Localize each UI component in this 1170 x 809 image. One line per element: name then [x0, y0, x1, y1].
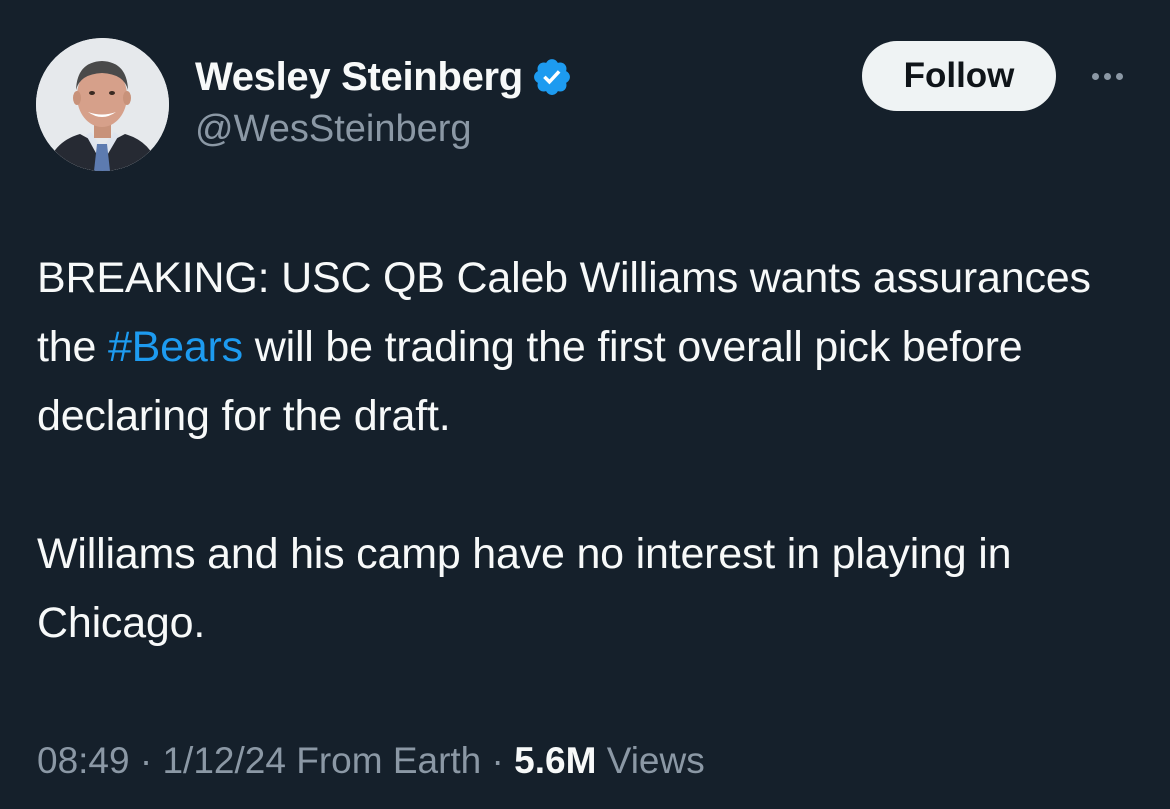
- tweet-metadata: 08:49 · 1/12/24 From Earth · 5.6M Views: [37, 740, 705, 782]
- follow-button[interactable]: Follow: [862, 41, 1056, 111]
- tweet-paragraph: BREAKING: USC QB Caleb Williams wants as…: [37, 244, 1137, 451]
- tweet-time[interactable]: 08:49: [37, 740, 130, 781]
- more-dot: [1115, 72, 1123, 80]
- author-display-name[interactable]: Wesley Steinberg: [195, 55, 523, 100]
- tweet-date[interactable]: 1/12/24: [162, 740, 285, 781]
- author-handle[interactable]: @WesSteinberg: [195, 108, 472, 151]
- more-options-icon[interactable]: [1083, 60, 1131, 92]
- tweet-paragraph: Williams and his camp have no interest i…: [37, 530, 1012, 647]
- verified-badge-icon: [533, 59, 570, 95]
- meta-separator: ·: [481, 740, 515, 781]
- more-dot: [1091, 72, 1099, 80]
- avatar-photo: [36, 38, 169, 171]
- tweet-source: From Earth: [296, 740, 482, 781]
- more-dot: [1103, 72, 1111, 80]
- tweet-text: BREAKING: USC QB Caleb Williams wants as…: [37, 244, 1137, 658]
- author-name-row: Wesley Steinberg: [195, 52, 573, 102]
- meta-separator: ·: [129, 740, 163, 781]
- views-label: Views: [606, 740, 705, 781]
- views-count[interactable]: 5.6M: [514, 740, 596, 781]
- author-avatar[interactable]: [36, 38, 169, 171]
- hashtag-link[interactable]: #Bears: [108, 323, 243, 371]
